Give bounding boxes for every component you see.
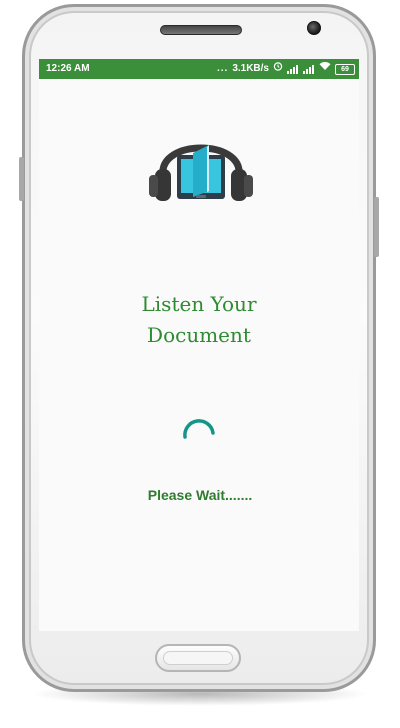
- app-title: Listen Your Document: [39, 289, 359, 351]
- app-title-line-2: Document: [147, 323, 251, 347]
- device-frame-stage: 12:26 AM ... 3.1KB/s 69 Listen Your Docu…: [0, 0, 400, 728]
- power-button: [374, 197, 379, 257]
- wifi-icon: [319, 59, 331, 79]
- signal-strength-2-icon: [303, 64, 315, 74]
- status-icons: ... 3.1KB/s 69: [217, 59, 355, 79]
- alarm-icon: [273, 59, 283, 79]
- notification-dots: ...: [216, 63, 229, 74]
- status-bar: 12:26 AM ... 3.1KB/s 69: [39, 59, 359, 79]
- headphones-book-icon: [149, 144, 253, 201]
- front-camera-icon: [307, 21, 321, 35]
- home-button[interactable]: [155, 644, 241, 672]
- app-screen: 12:26 AM ... 3.1KB/s 69 Listen Your Docu…: [39, 59, 359, 631]
- earpiece-speaker: [160, 25, 242, 35]
- network-speed: 3.1KB/s: [232, 63, 269, 74]
- loading-spinner-icon: [183, 419, 215, 439]
- loading-text: Please Wait.......: [147, 487, 253, 503]
- battery-icon: 69: [335, 63, 355, 75]
- signal-strength-icon: [287, 64, 299, 74]
- status-time: 12:26 AM: [46, 63, 90, 74]
- app-title-line-1: Listen Your: [141, 292, 257, 316]
- volume-button: [19, 157, 24, 201]
